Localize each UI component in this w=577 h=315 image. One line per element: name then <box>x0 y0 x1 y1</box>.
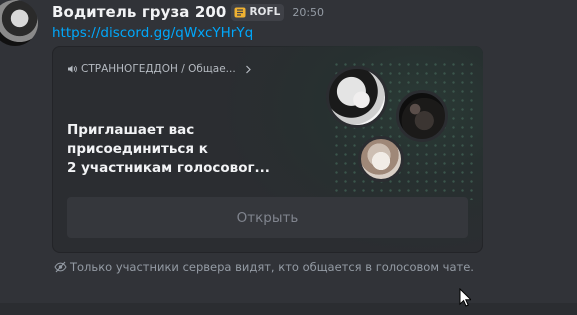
author-username[interactable]: Водитель груза 200 <box>52 3 226 21</box>
invite-description: Приглашает вас присоединиться к 2 участн… <box>67 121 297 178</box>
server-tag-label: ROFL <box>249 6 281 18</box>
channel-path-label: СТРАННОГЕДДОН / Общае... <box>81 63 236 75</box>
composer-strip <box>0 303 577 315</box>
message-timestamp: 20:50 <box>292 5 325 19</box>
author-avatar[interactable] <box>0 0 38 46</box>
open-button[interactable]: Открыть <box>67 197 468 238</box>
message-header: Водитель груза 200 ROFL 20:50 <box>52 2 324 22</box>
participant-avatar-3 <box>358 136 404 182</box>
server-tag[interactable]: ROFL <box>231 3 285 21</box>
participant-avatar-2 <box>396 90 448 142</box>
invite-line: 2 участникам голосовог... <box>67 160 270 176</box>
privacy-notice: Только участники сервера видят, кто обща… <box>54 260 474 274</box>
chat-viewport: Водитель груза 200 ROFL 20:50 https://di… <box>0 0 577 315</box>
participant-avatar-1 <box>326 66 388 128</box>
voice-invite-card: СТРАННОГЕДДОН / Общае... Приглашает вас … <box>52 46 483 253</box>
speaker-icon <box>68 65 77 73</box>
eye-slash-icon <box>54 261 67 273</box>
chevron-right-icon <box>245 65 251 73</box>
privacy-notice-text: Только участники сервера видят, кто обща… <box>70 260 474 274</box>
invite-line: Приглашает вас <box>67 122 195 138</box>
invite-line: присоединиться к <box>67 141 208 157</box>
invite-link[interactable]: https://discord.gg/qWxcYHrYq <box>52 25 253 41</box>
mouse-cursor-icon <box>459 288 471 307</box>
channel-path[interactable]: СТРАННОГЕДДОН / Общае... <box>67 63 252 75</box>
rofl-badge-icon <box>234 7 246 17</box>
